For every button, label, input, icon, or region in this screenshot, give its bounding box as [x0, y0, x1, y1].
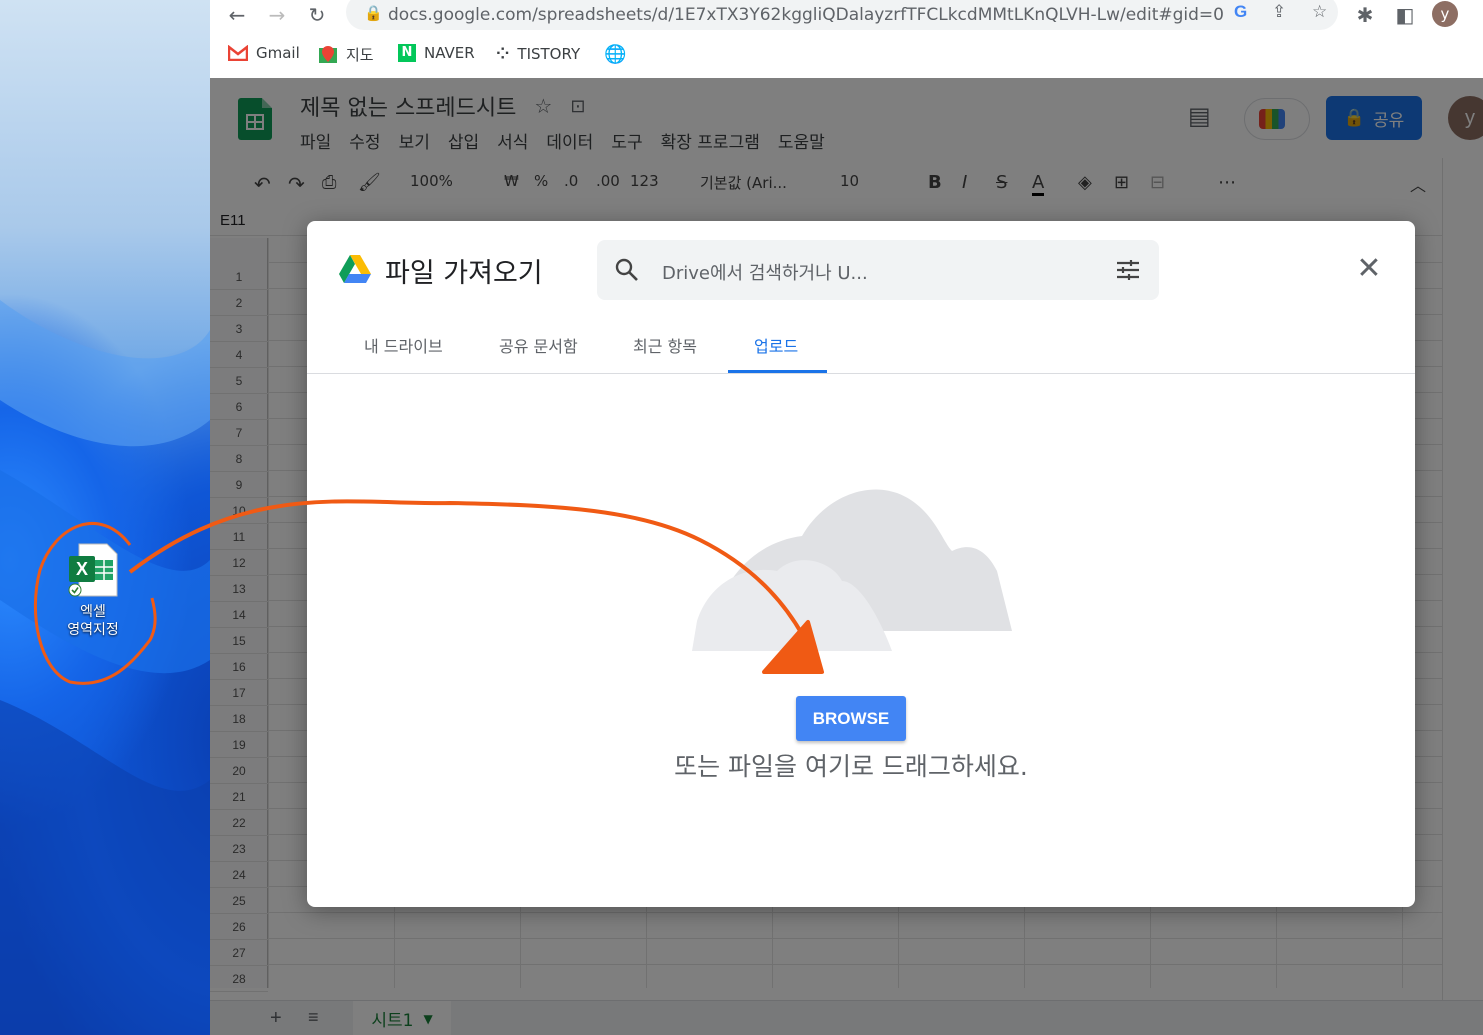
address-row: ← → ↻ 🔒 docs.google.com/spreadsheets/d/1… [210, 0, 1483, 30]
globe-icon: 🌐 [604, 44, 627, 65]
bookmark-gmail[interactable]: Gmail [228, 44, 300, 62]
drive-search-box[interactable]: Drive에서 검색하거나 U... [597, 240, 1159, 300]
profile-avatar[interactable]: y [1432, 1, 1458, 27]
desktop-icon-label-2: 영역지정 [67, 622, 119, 638]
close-icon[interactable]: ✕ [1355, 254, 1383, 284]
bookmark-label: Gmail [256, 44, 300, 62]
upload-cloud-illustration [692, 489, 1012, 651]
desktop-wallpaper: X 엑셀 영역지정 [0, 0, 210, 1035]
url-text: docs.google.com/spreadsheets/d/1E7xTX3Y6… [388, 5, 1224, 25]
bookmark-label: TISTORY [517, 44, 581, 63]
back-arrow-icon[interactable]: ← [224, 2, 250, 28]
dialog-tabs: 내 드라이브 공유 문서함 최근 항목 업로드 [307, 321, 1415, 374]
active-tab-indicator [728, 370, 827, 373]
bookmark-naver[interactable]: N NAVER [398, 44, 475, 62]
desktop-file-excel[interactable]: X 엑셀 영역지정 [48, 542, 138, 639]
tab-shared-with-me[interactable]: 공유 문서함 [499, 333, 578, 357]
tistory-icon: ⁘ [496, 44, 510, 63]
gmail-icon [228, 45, 248, 61]
bookmark-tistory[interactable]: ⁘ TISTORY [496, 44, 580, 63]
extensions-puzzle-icon[interactable]: ✱ [1352, 2, 1378, 28]
tab-upload[interactable]: 업로드 [754, 333, 798, 357]
dialog-title: 파일 가져오기 [385, 258, 543, 289]
browser-chrome: ← → ↻ 🔒 docs.google.com/spreadsheets/d/1… [210, 0, 1483, 78]
tab-recent[interactable]: 최근 항목 [633, 333, 697, 357]
reload-icon[interactable]: ↻ [304, 2, 330, 28]
search-options-icon[interactable] [1115, 259, 1141, 281]
excel-file-icon: X [68, 543, 118, 597]
browse-button[interactable]: BROWSE [796, 696, 906, 741]
desktop-icon-label-1: 엑셀 [80, 604, 106, 620]
import-file-dialog: 파일 가져오기 Drive에서 검색하거나 U... ✕ 내 드라이브 공유 문… [307, 221, 1415, 907]
bookmark-globe[interactable]: 🌐 [604, 44, 626, 65]
wallpaper-bloom [0, 300, 210, 1035]
google-drive-icon [339, 255, 371, 283]
address-bar[interactable]: 🔒 docs.google.com/spreadsheets/d/1E7xTX3… [346, 0, 1338, 30]
search-icon [615, 258, 638, 281]
tab-my-drive[interactable]: 내 드라이브 [364, 333, 443, 357]
bookmark-maps[interactable]: 지도 [318, 44, 374, 65]
bookmark-label: 지도 [346, 46, 374, 64]
bookmark-star-icon[interactable]: ☆ [1312, 2, 1327, 22]
side-panel-icon[interactable]: ◧ [1392, 2, 1418, 28]
search-input[interactable]: Drive에서 검색하거나 U... [662, 259, 868, 285]
naver-icon: N [398, 44, 416, 62]
bookmark-label: NAVER [424, 44, 475, 62]
forward-arrow-icon[interactable]: → [264, 2, 290, 28]
drop-hint-text: 또는 파일을 여기로 드래그하세요. [674, 752, 1028, 781]
svg-text:X: X [76, 559, 88, 579]
google-lens-icon[interactable]: G [1234, 2, 1247, 22]
share-page-icon[interactable]: ⇪ [1272, 2, 1286, 22]
maps-icon [319, 45, 337, 63]
lock-icon: 🔒 [364, 4, 383, 22]
